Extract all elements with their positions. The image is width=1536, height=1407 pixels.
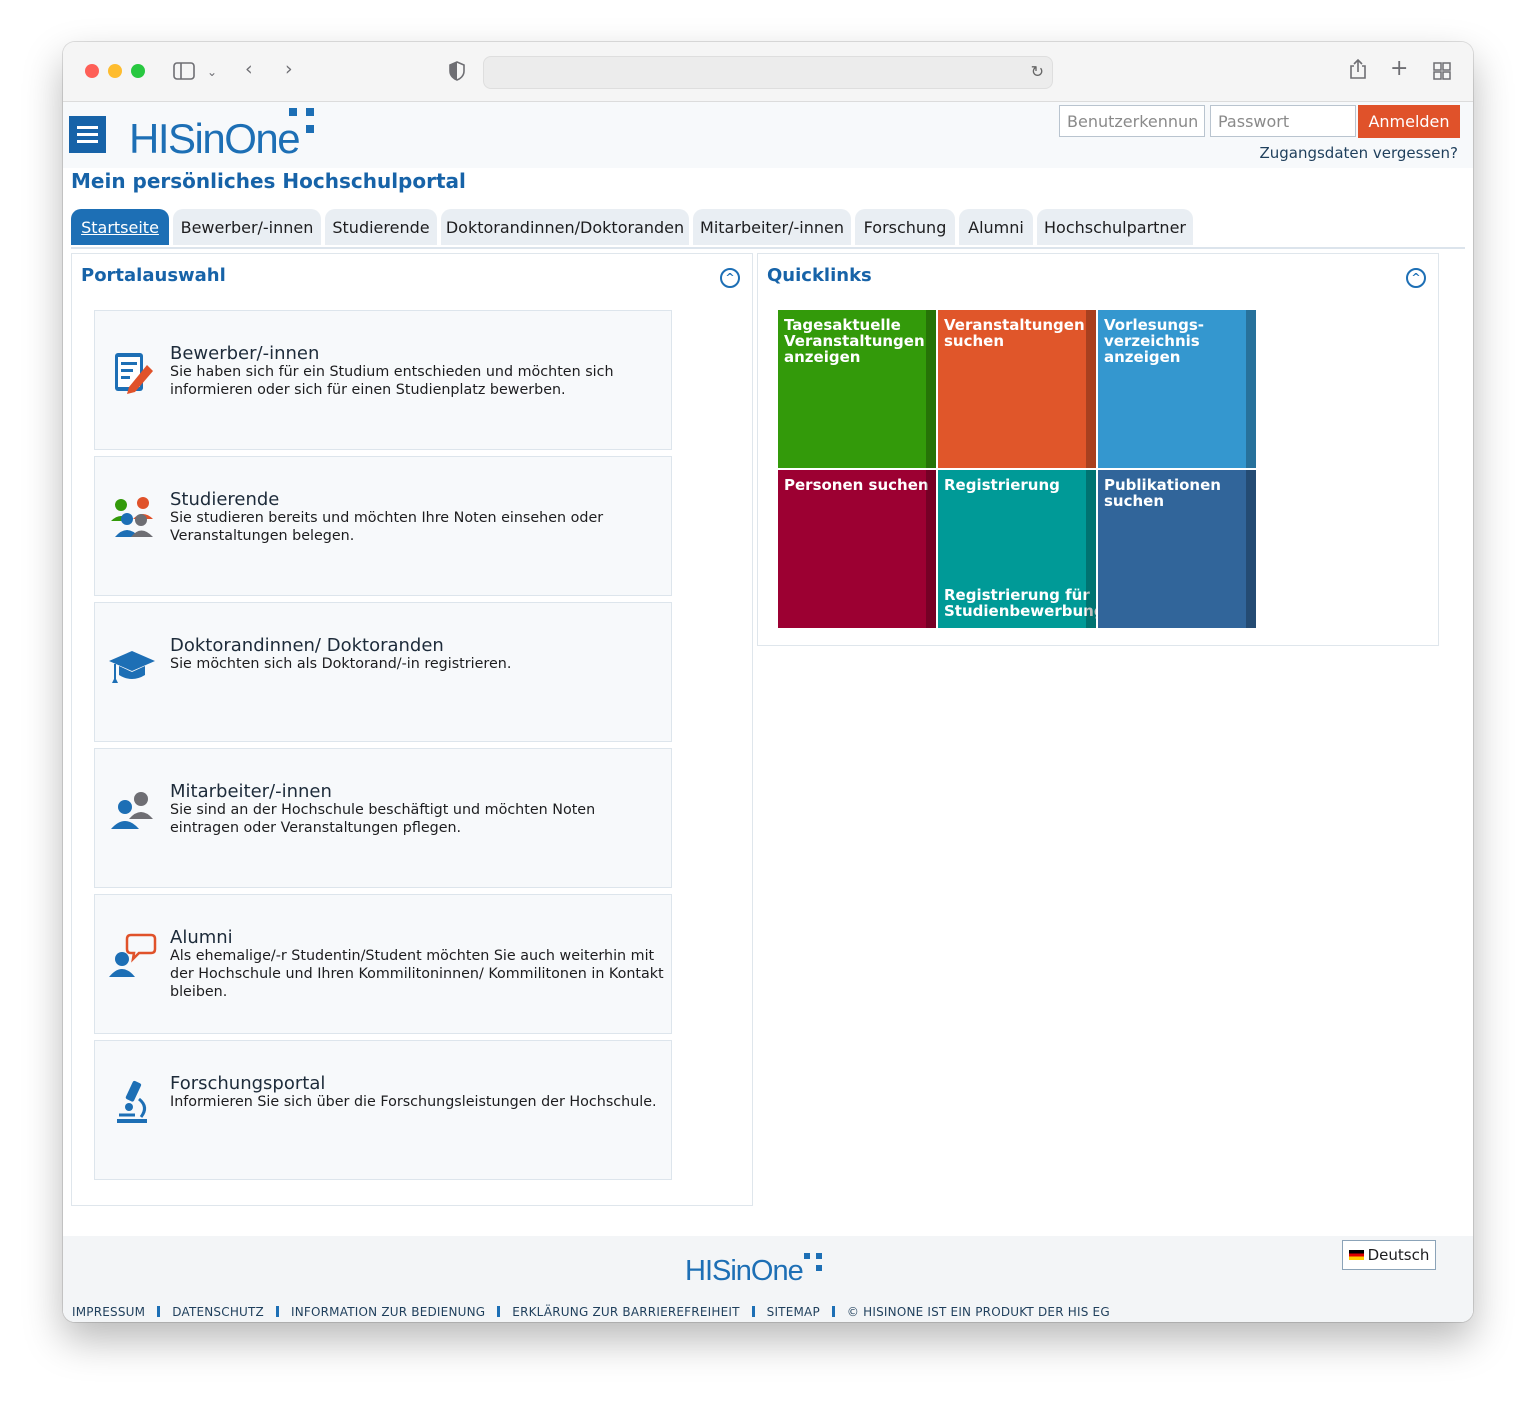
tile-label: Publikationen suchen — [1104, 476, 1221, 510]
hisinone-logo[interactable]: HISinOne — [129, 116, 301, 162]
staff-icon — [111, 792, 153, 829]
quicklink-tile-tagesaktuelle[interactable]: Tagesaktuelle Veranstaltungen anzeigen — [778, 310, 936, 468]
footer-links: IMPRESSUM DATENSCHUTZ INFORMATION ZUR BEDI… — [72, 1305, 1110, 1319]
chevron-down-icon[interactable]: ⌄ — [207, 62, 217, 82]
collapse-icon[interactable]: ^ — [1406, 268, 1426, 288]
language-label: Deutsch — [1367, 1246, 1430, 1264]
quicklink-tile-veranstaltungen[interactable]: Veranstaltungen suchen — [938, 310, 1096, 468]
password-input[interactable] — [1210, 105, 1356, 137]
tab-alumni[interactable]: Alumni — [959, 209, 1033, 245]
menu-button[interactable] — [69, 116, 106, 153]
collapse-icon[interactable]: ^ — [720, 268, 740, 288]
quicklinks-title: Quicklinks — [767, 265, 872, 286]
page-title: Mein persönliches Hochschulportal — [71, 169, 466, 193]
tile-sublabel: Registrierung für Studienbewerbung — [944, 586, 1105, 620]
card-title: Forschungsportal — [170, 1073, 326, 1094]
card-description: Sie möchten sich als Doktorand/-in regis… — [170, 656, 512, 672]
forgot-credentials-link[interactable]: Zugangsdaten vergessen? — [1259, 144, 1458, 162]
footer-link-barrierefreiheit[interactable]: ERKLÄRUNG ZUR BARRIEREFREIHEIT — [512, 1305, 739, 1319]
username-input[interactable] — [1059, 105, 1205, 137]
quicklinks-panel: Quicklinks ^ Tagesaktuelle Veranstaltung… — [757, 253, 1439, 646]
tab-studierende[interactable]: Studierende — [325, 209, 437, 245]
quicklink-tile-publikationen[interactable]: Publikationen suchen — [1098, 470, 1256, 628]
footer-logo: HISinOne — [685, 1255, 804, 1287]
portalauswahl-panel: Portalauswahl ^ Bewerber/-innen Sie habe… — [71, 253, 753, 1206]
quicklink-tile-personen[interactable]: Personen suchen — [778, 470, 936, 628]
card-description: Sie haben sich für ein Studium entschied… — [170, 364, 614, 398]
quicklink-tile-registrierung[interactable]: Registrierung Registrierung für Studienb… — [938, 470, 1105, 628]
footer-link-datenschutz[interactable]: DATENSCHUTZ — [172, 1305, 264, 1319]
tab-doktoranden[interactable]: Doktorandinnen/Doktoranden — [441, 209, 689, 245]
tab-mitarbeiter[interactable]: Mitarbeiter/-innen — [693, 209, 851, 245]
card-title: Bewerber/-innen — [170, 343, 320, 364]
forward-icon[interactable]: › — [285, 59, 293, 79]
back-icon[interactable]: ‹ — [245, 59, 253, 79]
tab-startseite[interactable]: Startseite — [71, 209, 169, 245]
login-button[interactable]: Anmelden — [1358, 105, 1460, 138]
tile-label: Registrierung — [944, 476, 1060, 494]
quicklink-tile-vorlesungsverzeichnis[interactable]: Vorlesungs-verzeichnis anzeigen — [1098, 310, 1256, 468]
card-description: Als ehemalige/-r Studentin/Student möcht… — [170, 948, 664, 1000]
card-description: Sie studieren bereits und möchten Ihre N… — [170, 510, 604, 544]
address-bar[interactable]: ↻ — [483, 56, 1053, 89]
students-group-icon — [111, 497, 153, 537]
card-title: Alumni — [170, 927, 233, 948]
tab-hochschulpartner[interactable]: Hochschulpartner — [1037, 209, 1193, 245]
reload-icon[interactable]: ↻ — [1031, 62, 1044, 81]
site-footer: HISinOne Deutsch IMPRESSUM DATENSCHUTZ INF… — [63, 1236, 1473, 1322]
share-icon[interactable] — [1349, 58, 1367, 80]
footer-link-impressum[interactable]: IMPRESSUM — [72, 1305, 145, 1319]
browser-toolbar: ⌄ ‹ › ↻ + — [63, 42, 1473, 102]
tab-forschung[interactable]: Forschung — [855, 209, 955, 245]
footer-link-bedienung[interactable]: INFORMATION ZUR BEDIENUNG — [291, 1305, 485, 1319]
portal-card-forschung[interactable]: Forschungsportal Informieren Sie sich üb… — [94, 1040, 672, 1180]
card-title: Mitarbeiter/-innen — [170, 781, 332, 802]
tab-overview-icon[interactable] — [1433, 62, 1451, 80]
sidebar-icon[interactable] — [173, 62, 195, 80]
main-tabs: Startseite Bewerber/-innen Studierende D… — [71, 209, 1465, 249]
application-form-icon — [115, 353, 153, 394]
tile-label: Tagesaktuelle Veranstaltungen anzeigen — [784, 316, 925, 366]
card-title: Doktorandinnen/ Doktoranden — [170, 635, 444, 656]
tile-label: Vorlesungs-verzeichnis anzeigen — [1104, 316, 1204, 366]
footer-link-sitemap[interactable]: SITEMAP — [767, 1305, 820, 1319]
close-window-button[interactable] — [85, 64, 99, 78]
card-description: Informieren Sie sich über die Forschungs… — [170, 1094, 657, 1110]
graduation-cap-icon — [109, 651, 155, 683]
card-description: Sie sind an der Hochschule beschäftigt u… — [170, 802, 596, 836]
web-page: HISinOne Anmelden Zugangsdaten vergessen… — [63, 102, 1473, 1322]
footer-copyright: © HISINONE IST EIN PRODUKT DER HIS EG — [846, 1305, 1110, 1319]
portalauswahl-title: Portalauswahl — [81, 265, 226, 286]
portal-card-studierende[interactable]: Studierende Sie studieren bereits und mö… — [94, 456, 672, 596]
tab-bewerber[interactable]: Bewerber/-innen — [173, 209, 321, 245]
tile-label: Personen suchen — [784, 476, 929, 494]
card-title: Studierende — [170, 489, 280, 510]
tile-label: Veranstaltungen suchen — [944, 316, 1085, 350]
german-flag-icon — [1348, 1250, 1364, 1260]
language-button[interactable]: Deutsch — [1342, 1240, 1436, 1270]
portal-card-mitarbeiter[interactable]: Mitarbeiter/-innen Sie sind an der Hochs… — [94, 748, 672, 888]
portal-card-doktoranden[interactable]: Doktorandinnen/ Doktoranden Sie möchten … — [94, 602, 672, 742]
portal-card-alumni[interactable]: Alumni Als ehemalige/-r Studentin/Studen… — [94, 894, 672, 1034]
new-tab-icon[interactable]: + — [1390, 58, 1408, 80]
zoom-window-button[interactable] — [131, 64, 145, 78]
site-header: HISinOne Anmelden Zugangsdaten vergessen… — [63, 102, 1473, 168]
microscope-icon — [117, 1080, 147, 1123]
browser-window: ⌄ ‹ › ↻ + HISinOne Anmelden Zugangsdaten… — [63, 42, 1473, 1322]
alumni-chat-icon — [109, 933, 157, 977]
minimize-window-button[interactable] — [108, 64, 122, 78]
shield-icon[interactable] — [448, 61, 466, 81]
portal-card-bewerber[interactable]: Bewerber/-innen Sie haben sich für ein S… — [94, 310, 672, 450]
